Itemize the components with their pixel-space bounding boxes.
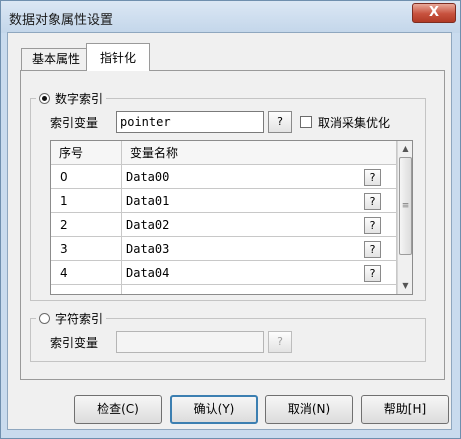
char-index-label: 字符索引 bbox=[55, 311, 104, 326]
cancel-collect-optimize-label: 取消采集优化 bbox=[318, 116, 391, 130]
char-index-var-input[interactable] bbox=[116, 331, 264, 353]
table-row[interactable]: 3 Data03 ? bbox=[51, 237, 397, 261]
row-index: 3 bbox=[51, 237, 122, 261]
row-browse-button[interactable]: ? bbox=[364, 265, 381, 282]
char-index-browse-button[interactable]: ? bbox=[268, 331, 292, 353]
row-index: 1 bbox=[51, 189, 122, 213]
column-header-var-name: 变量名称 bbox=[122, 141, 397, 165]
ok-button[interactable]: 确认(Y) bbox=[170, 395, 258, 424]
row-index: 4 bbox=[51, 261, 122, 285]
numeric-index-browse-button[interactable]: ? bbox=[268, 111, 292, 133]
numeric-index-radio[interactable]: 数字索引 bbox=[36, 90, 107, 106]
check-button[interactable]: 检查(C) bbox=[74, 395, 162, 424]
numeric-index-radio-dot bbox=[39, 92, 50, 104]
row-browse-button[interactable]: ? bbox=[364, 193, 381, 210]
table-scrollbar[interactable]: ▲ ≡ ▼ bbox=[397, 141, 412, 294]
cancel-collect-optimize-checkbox[interactable] bbox=[300, 116, 312, 128]
table-row-partial bbox=[51, 285, 397, 294]
tab-basic-properties[interactable]: 基本属性 bbox=[21, 48, 91, 70]
row-index-empty bbox=[51, 285, 122, 294]
row-browse-button[interactable]: ? bbox=[364, 169, 381, 186]
window-title: 数据对象属性设置 bbox=[9, 13, 114, 28]
row-var-name-empty bbox=[122, 285, 397, 294]
numeric-index-label: 数字索引 bbox=[55, 91, 104, 106]
row-browse-button[interactable]: ? bbox=[364, 217, 381, 234]
tab-pointerize[interactable]: 指针化 bbox=[86, 43, 150, 71]
char-index-var-label: 索引变量 bbox=[50, 336, 99, 350]
scroll-up-icon[interactable]: ▲ bbox=[398, 141, 412, 156]
table-row[interactable]: 0 Data00 ? bbox=[51, 165, 397, 189]
table-row[interactable]: 1 Data01 ? bbox=[51, 189, 397, 213]
help-button[interactable]: 帮助[H] bbox=[361, 395, 449, 424]
numeric-index-var-label: 索引变量 bbox=[50, 116, 99, 130]
row-index: 2 bbox=[51, 213, 122, 237]
table-row[interactable]: 4 Data04 ? bbox=[51, 261, 397, 285]
row-var-name[interactable]: Data04 bbox=[122, 261, 397, 285]
row-browse-button[interactable]: ? bbox=[364, 241, 381, 258]
title-bar: 数据对象属性设置 X bbox=[1, 1, 460, 33]
close-button[interactable]: X bbox=[412, 3, 456, 23]
numeric-index-var-input[interactable] bbox=[116, 111, 264, 133]
table-row[interactable]: 2 Data02 ? bbox=[51, 213, 397, 237]
column-header-index: 序号 bbox=[51, 141, 122, 165]
cancel-button[interactable]: 取消(N) bbox=[265, 395, 353, 424]
char-index-radio[interactable]: 字符索引 bbox=[36, 310, 107, 326]
variable-table: 序号 变量名称 0 Data00 ? 1 Data01 ? 2 Data02 ?… bbox=[50, 140, 413, 295]
row-var-name[interactable]: Data03 bbox=[122, 237, 397, 261]
scroll-down-icon[interactable]: ▼ bbox=[398, 278, 412, 293]
scroll-thumb[interactable]: ≡ bbox=[399, 157, 412, 255]
row-index: 0 bbox=[51, 165, 122, 189]
row-var-name[interactable]: Data02 bbox=[122, 213, 397, 237]
row-var-name[interactable]: Data01 bbox=[122, 189, 397, 213]
char-index-radio-dot bbox=[39, 312, 50, 324]
row-var-name[interactable]: Data00 bbox=[122, 165, 397, 189]
